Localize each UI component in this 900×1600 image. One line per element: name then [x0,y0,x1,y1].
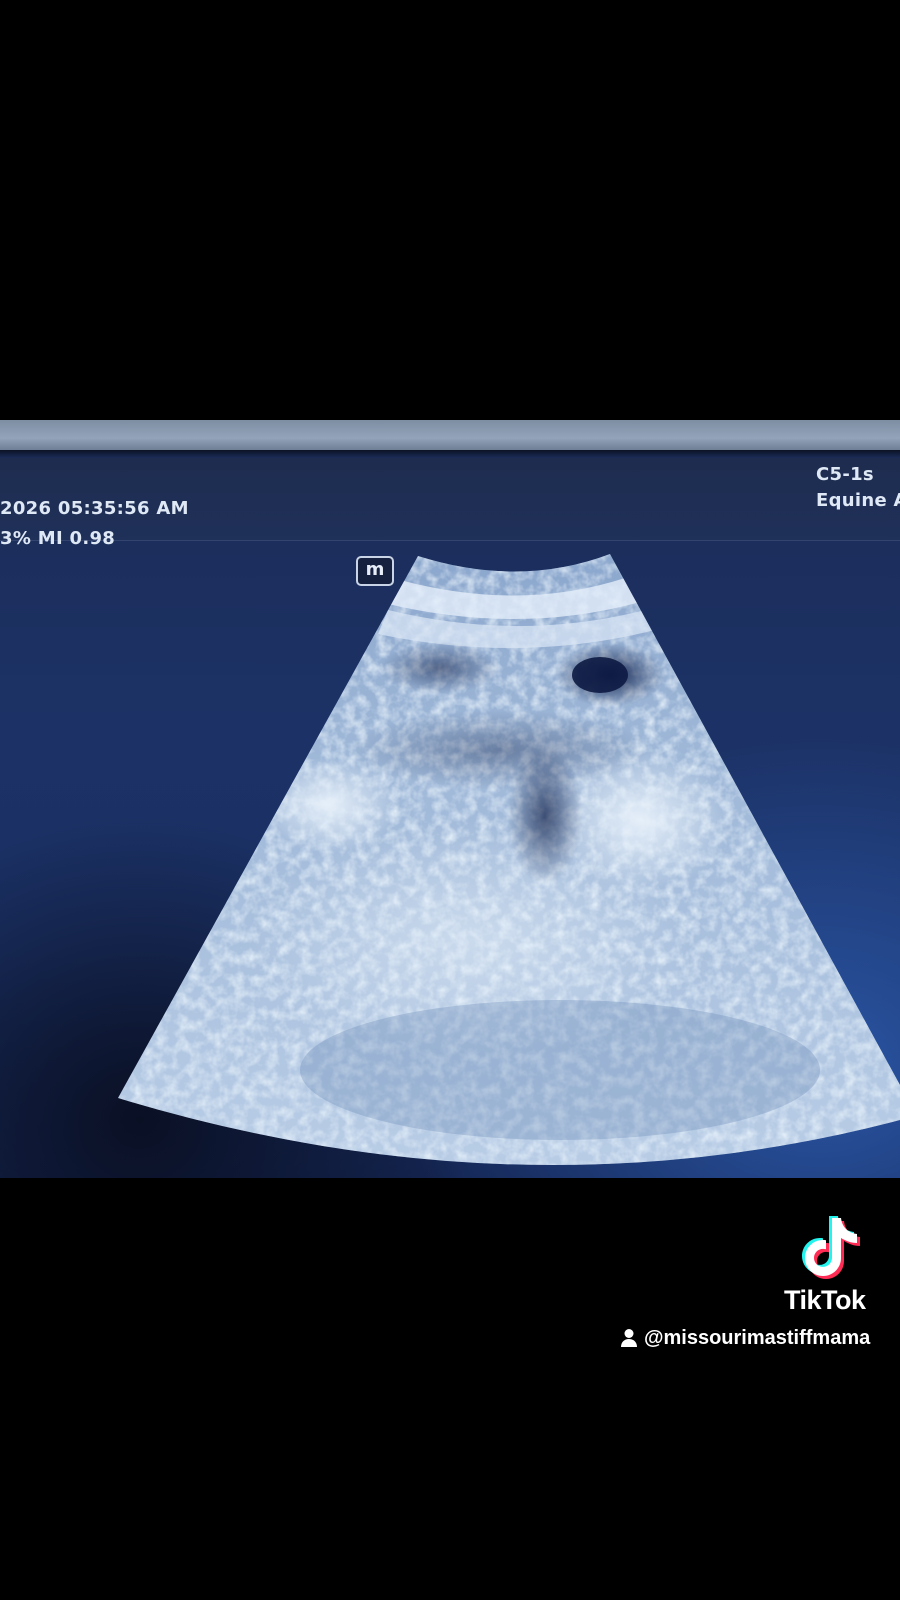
creator-handle-text: @missourimastiffmama [644,1326,871,1349]
bottom-letterbox [0,1178,900,1600]
ultrasound-datetime: 2026 05:35:56 AM [0,498,189,519]
ultrasound-screen: 2026 05:35:56 AM 3% MI 0.98 C5-1s Equine… [0,420,900,1178]
tiktok-note-icon [802,1216,860,1279]
orientation-marker: m [356,556,394,586]
ultrasound-power-mi: 3% MI 0.98 [0,528,116,549]
ultrasound-probe-label: C5-1s [816,464,874,485]
scan-sector [118,554,900,1166]
tiktok-wordmark: TikTok [784,1285,866,1315]
creator-handle: @missourimastiffmama [620,1325,870,1351]
person-icon [621,1329,637,1347]
ultrasound-scan-image [118,554,900,1166]
ultrasound-preset-label: Equine Ab [816,490,900,511]
top-letterbox [0,0,900,420]
